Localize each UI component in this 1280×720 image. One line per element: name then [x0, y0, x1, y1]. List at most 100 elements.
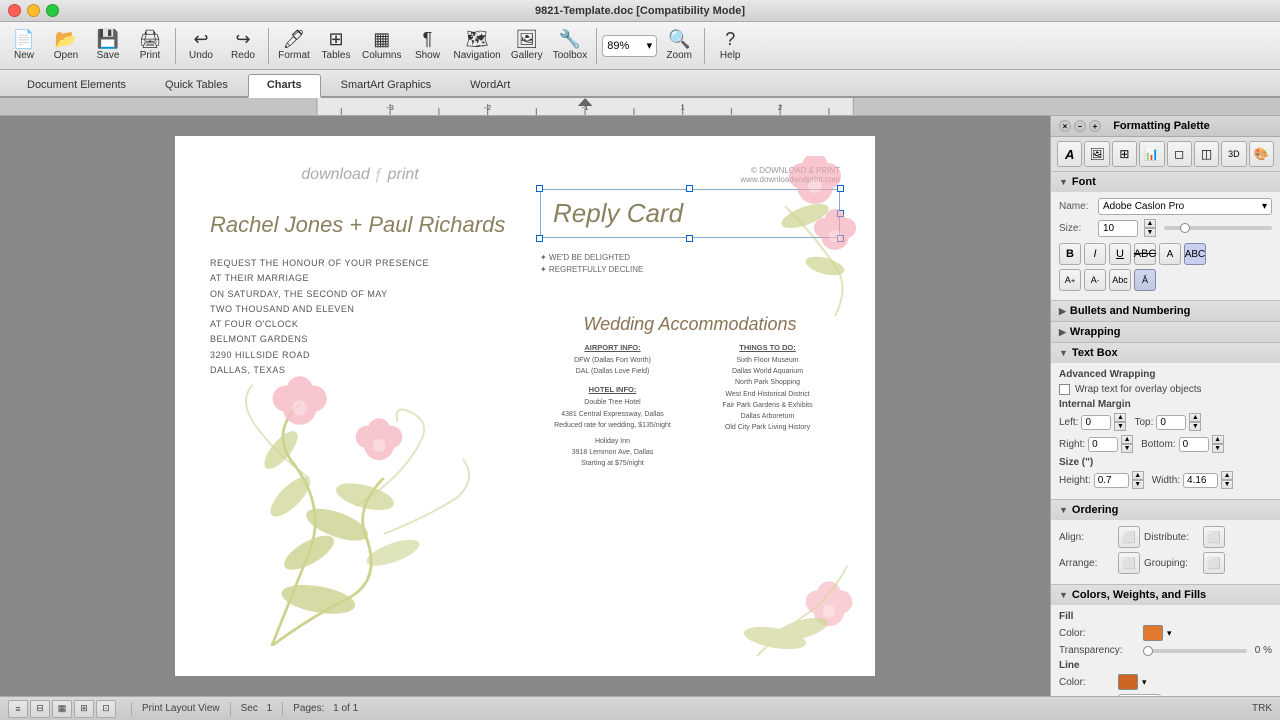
left-down[interactable]: ▼ — [1114, 422, 1126, 431]
undo-button[interactable]: ↩ Undo — [181, 24, 221, 68]
palette-tool-chart[interactable]: 📊 — [1139, 141, 1164, 167]
tables-button[interactable]: ⊞ Tables — [316, 24, 356, 68]
highlight-button[interactable]: ABC — [1184, 243, 1206, 265]
left-up[interactable]: ▲ — [1114, 413, 1126, 422]
width-input[interactable]: 4.16 — [1183, 473, 1218, 488]
height-down[interactable]: ▼ — [1132, 480, 1144, 489]
right-input[interactable]: 0 — [1088, 437, 1118, 452]
window-controls[interactable] — [8, 4, 59, 17]
left-input[interactable]: 0 — [1081, 415, 1111, 430]
view-btn-1[interactable]: ≡ — [8, 700, 28, 718]
font-size-field[interactable]: 10 — [1098, 220, 1138, 237]
right-down[interactable]: ▼ — [1121, 444, 1133, 453]
underline-button[interactable]: U — [1109, 243, 1131, 265]
document-area[interactable]: download ƒ print Rachel Jones + Paul Ric… — [0, 116, 1050, 696]
fill-color-dropdown[interactable]: ▾ — [1167, 628, 1172, 639]
top-up[interactable]: ▲ — [1189, 413, 1201, 422]
font-size-stepper[interactable]: ▲ ▼ — [1144, 219, 1156, 237]
palette-close-button[interactable]: × — [1059, 120, 1071, 132]
colors-section-header[interactable]: ▼ Colors, Weights, and Fills — [1051, 585, 1280, 605]
columns-button[interactable]: ▦ Columns — [358, 24, 405, 68]
italic-button[interactable]: I — [1084, 243, 1106, 265]
height-stepper[interactable]: ▲ ▼ — [1132, 471, 1144, 489]
palette-tool-color[interactable]: 🎨 — [1249, 141, 1274, 167]
font-color-button[interactable]: A — [1159, 243, 1181, 265]
maximize-button[interactable] — [46, 4, 59, 17]
text-style-button[interactable]: Abc — [1109, 269, 1131, 291]
redo-button[interactable]: ↪ Redo — [223, 24, 263, 68]
tab-wordart[interactable]: WordArt — [451, 74, 529, 96]
gallery-button[interactable]: 🖼 Gallery — [507, 24, 547, 68]
strikethrough-button[interactable]: ABC — [1134, 243, 1156, 265]
line-color-dropdown[interactable]: ▾ — [1142, 677, 1147, 688]
top-stepper[interactable]: ▲ ▼ — [1189, 413, 1201, 431]
palette-tool-shape[interactable]: ◻ — [1167, 141, 1192, 167]
bold-button[interactable]: B — [1059, 243, 1081, 265]
line-color-swatch[interactable] — [1118, 674, 1138, 690]
show-button[interactable]: ¶ Show — [407, 24, 447, 68]
height-input[interactable]: 0.7 — [1094, 473, 1129, 488]
font-section-header[interactable]: ▼ Font — [1051, 172, 1280, 192]
line-style-selector[interactable]: —— ▾ — [1118, 694, 1161, 696]
superscript-button[interactable]: A+ — [1059, 269, 1081, 291]
font-name-field[interactable]: Adobe Caslon Pro ▾ — [1098, 198, 1272, 215]
new-button[interactable]: 📄 New — [4, 24, 44, 68]
left-stepper[interactable]: ▲ ▼ — [1114, 413, 1126, 431]
font-size-slider[interactable] — [1164, 226, 1272, 230]
close-button[interactable] — [8, 4, 21, 17]
width-down[interactable]: ▼ — [1221, 480, 1233, 489]
subscript-button[interactable]: A- — [1084, 269, 1106, 291]
ordering-section-header[interactable]: ▼ Ordering — [1051, 500, 1280, 520]
palette-collapse-button[interactable]: – — [1074, 120, 1086, 132]
palette-resize-button[interactable]: + — [1089, 120, 1101, 132]
print-button[interactable]: 🖨 Print — [130, 24, 170, 68]
right-up[interactable]: ▲ — [1121, 435, 1133, 444]
wrapping-section-header[interactable]: ▶ Wrapping — [1051, 322, 1280, 342]
minimize-button[interactable] — [27, 4, 40, 17]
bottom-input[interactable]: 0 — [1179, 437, 1209, 452]
tab-smartart[interactable]: SmartArt Graphics — [322, 74, 450, 96]
palette-tool-shadow[interactable]: ◫ — [1194, 141, 1219, 167]
view-btn-4[interactable]: ⊞ — [74, 700, 94, 718]
grouping-btn-1[interactable]: ⬜ — [1203, 552, 1225, 574]
font-size-up[interactable]: ▲ — [1144, 219, 1156, 228]
bullets-section-header[interactable]: ▶ Bullets and Numbering — [1051, 301, 1280, 321]
width-up[interactable]: ▲ — [1221, 471, 1233, 480]
format-button[interactable]: 🖊 Format — [274, 24, 314, 68]
view-btn-3[interactable]: ▦ — [52, 700, 72, 718]
palette-tool-text[interactable]: A — [1057, 141, 1082, 167]
view-btn-2[interactable]: ⊟ — [30, 700, 50, 718]
zoom-field[interactable]: 89% ▾ — [602, 35, 657, 57]
right-stepper[interactable]: ▲ ▼ — [1121, 435, 1133, 453]
tab-charts[interactable]: Charts — [248, 74, 321, 98]
palette-tool-3d[interactable]: 3D — [1221, 141, 1246, 167]
arrange-btn-1[interactable]: ⬜ — [1118, 552, 1140, 574]
save-button[interactable]: 💾 Save — [88, 24, 128, 68]
distribute-btn-1[interactable]: ⬜ — [1203, 526, 1225, 548]
wrap-checkbox[interactable] — [1059, 384, 1070, 395]
textbox-section-header[interactable]: ▼ Text Box — [1051, 343, 1280, 363]
bottom-stepper[interactable]: ▲ ▼ — [1212, 435, 1224, 453]
tab-quick-tables[interactable]: Quick Tables — [146, 74, 247, 96]
top-input[interactable]: 0 — [1156, 415, 1186, 430]
transparency-slider[interactable] — [1143, 649, 1247, 653]
navigation-button[interactable]: 🗺 Navigation — [449, 24, 504, 68]
bottom-up[interactable]: ▲ — [1212, 435, 1224, 444]
align-btn-1[interactable]: ⬜ — [1118, 526, 1140, 548]
toolbox-button[interactable]: 🔧 Toolbox — [549, 24, 591, 68]
allcaps-button[interactable]: Ā — [1134, 269, 1156, 291]
view-btn-5[interactable]: ⊡ — [96, 700, 116, 718]
palette-tool-image[interactable]: 🖼 — [1084, 141, 1109, 167]
fill-color-swatch[interactable] — [1143, 625, 1163, 641]
font-size-down[interactable]: ▼ — [1144, 228, 1156, 237]
top-down[interactable]: ▼ — [1189, 422, 1201, 431]
height-up[interactable]: ▲ — [1132, 471, 1144, 480]
tab-document-elements[interactable]: Document Elements — [8, 74, 145, 96]
palette-controls[interactable]: × – + — [1059, 120, 1101, 132]
width-stepper[interactable]: ▲ ▼ — [1221, 471, 1233, 489]
palette-tool-table[interactable]: ⊞ — [1112, 141, 1137, 167]
open-button[interactable]: 📂 Open — [46, 24, 86, 68]
help-button[interactable]: ? Help — [710, 24, 750, 68]
bottom-down[interactable]: ▼ — [1212, 444, 1224, 453]
zoom-button[interactable]: 🔍 Zoom — [659, 24, 699, 68]
